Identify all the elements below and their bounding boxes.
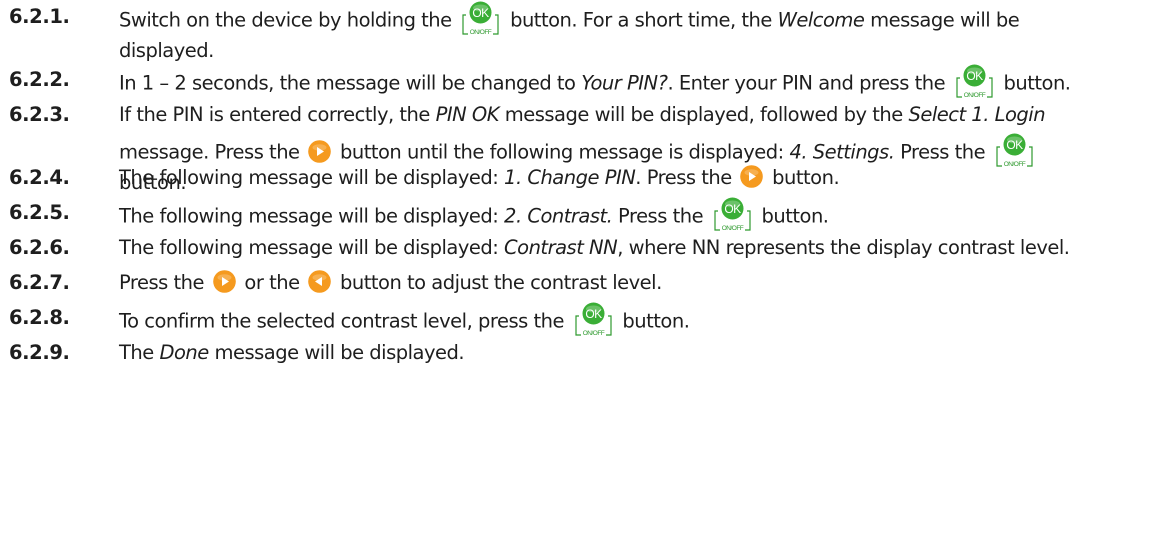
step-number: 6.2.9. (9, 341, 70, 364)
ok-on-off-button-icon: OK ON/OFF (711, 197, 754, 233)
ok-on-off-button-icon: OK ON/OFF (459, 1, 502, 37)
step-6-2-5: 6.2.5. The following message will be disp… (0, 197, 1170, 235)
svg-text:OK: OK (473, 6, 490, 20)
instruction-page: 6.2.1. Switch on the device by holding th… (0, 0, 1170, 545)
step-text: button. (766, 166, 840, 189)
step-text: button. (755, 204, 829, 228)
svg-text:OK: OK (966, 69, 983, 83)
step-6-2-4: 6.2.4. The following message will be disp… (0, 164, 1170, 198)
step-text: message will be displayed. (208, 341, 465, 364)
step-text: In 1 – 2 seconds, the message will be ch… (119, 71, 582, 95)
step-text-line: The Done message will be displayed. (119, 339, 1164, 367)
step-6-2-7: 6.2.7. Press the or the button to adjust … (0, 269, 1170, 303)
step-text-line: The following message will be displayed:… (119, 234, 1164, 262)
svg-text:OK: OK (585, 307, 602, 321)
step-number: 6.2.7. (9, 271, 70, 294)
step-text: Press the (612, 204, 709, 228)
step-number: 6.2.4. (9, 166, 70, 189)
step-number: 6.2.1. (9, 5, 70, 28)
step-text: Press the (119, 271, 210, 294)
svg-text:ON/OFF: ON/OFF (964, 92, 986, 99)
message-name: Contrast NN (504, 236, 618, 259)
step-text: displayed. (119, 39, 214, 62)
step-text: . Press the (635, 166, 738, 189)
step-text-line: The following message will be displayed:… (119, 164, 1164, 192)
step-text: message will be (864, 8, 1020, 32)
step-text: or the (238, 271, 306, 294)
message-name: Your PIN? (581, 71, 668, 95)
message-name: Welcome (777, 8, 865, 32)
step-text: The following message will be displayed: (119, 204, 505, 228)
step-6-2-1: 6.2.1. Switch on the device by holding th… (0, 1, 1170, 71)
step-text-line: To confirm the selected contrast level, … (119, 302, 1164, 340)
step-text: If the PIN is entered correctly, the (119, 103, 436, 126)
step-text: message. Press the (119, 140, 306, 164)
step-6-2-2: 6.2.2. In 1 – 2 seconds, the message will… (0, 64, 1170, 102)
ok-on-off-button-icon: OK ON/OFF (953, 64, 996, 100)
right-arrow-button-icon (308, 139, 332, 163)
svg-text:ON/OFF: ON/OFF (722, 225, 744, 232)
svg-text:OK: OK (724, 202, 741, 216)
step-text: , where NN represents the display contra… (617, 236, 1070, 259)
step-number: 6.2.6. (9, 236, 70, 259)
step-text: button to adjust the contrast level. (334, 271, 662, 294)
step-text: The following message will be displayed: (119, 236, 505, 259)
svg-text:ON/OFF: ON/OFF (470, 29, 492, 36)
step-text-line: displayed. (119, 37, 1164, 65)
step-6-2-8: 6.2.8. To confirm the selected contrast l… (0, 302, 1170, 340)
step-text: Press the (894, 140, 991, 164)
step-text-line: Press the or the button to adjust the co… (119, 269, 1164, 297)
message-name: 4. Settings. (789, 140, 895, 164)
ok-on-off-button-icon: OK ON/OFF (572, 302, 615, 338)
message-name: Select 1. Login (908, 103, 1046, 126)
step-text: button. (997, 71, 1071, 95)
message-name: PIN OK (435, 103, 500, 126)
step-text-line: The following message will be displayed:… (119, 197, 1164, 235)
message-name: 2. Contrast. (504, 204, 613, 228)
message-name: 1. Change PIN (504, 166, 636, 189)
step-number: 6.2.2. (9, 68, 70, 91)
right-arrow-button-icon (740, 165, 764, 188)
step-text: message will be displayed, followed by t… (499, 103, 909, 126)
step-text-line: If the PIN is entered correctly, the PIN… (119, 101, 1164, 129)
step-text: . Enter your PIN and press the (667, 71, 951, 95)
step-6-2-9: 6.2.9. The Done message will be displayed… (0, 339, 1170, 373)
step-text: The (119, 341, 160, 364)
step-text: button. (616, 309, 690, 333)
step-number: 6.2.5. (9, 201, 70, 224)
step-text: Switch on the device by holding the (119, 8, 458, 32)
step-text: To confirm the selected contrast level, … (119, 309, 570, 333)
message-name: Done (159, 341, 209, 364)
step-number: 6.2.8. (9, 306, 70, 329)
step-text: The following message will be displayed: (119, 166, 505, 189)
step-text: button. For a short time, the (504, 8, 778, 32)
left-arrow-button-icon (308, 270, 332, 293)
svg-text:ON/OFF: ON/OFF (582, 330, 604, 337)
step-text-line: In 1 – 2 seconds, the message will be ch… (119, 64, 1164, 102)
svg-text:OK: OK (1006, 138, 1023, 152)
step-text-line: Switch on the device by holding the OK ON… (119, 1, 1164, 39)
step-text: button until the following message is di… (334, 140, 790, 164)
right-arrow-button-icon (212, 270, 236, 293)
step-6-2-6: 6.2.6. The following message will be disp… (0, 234, 1170, 268)
step-number: 6.2.3. (9, 103, 70, 126)
